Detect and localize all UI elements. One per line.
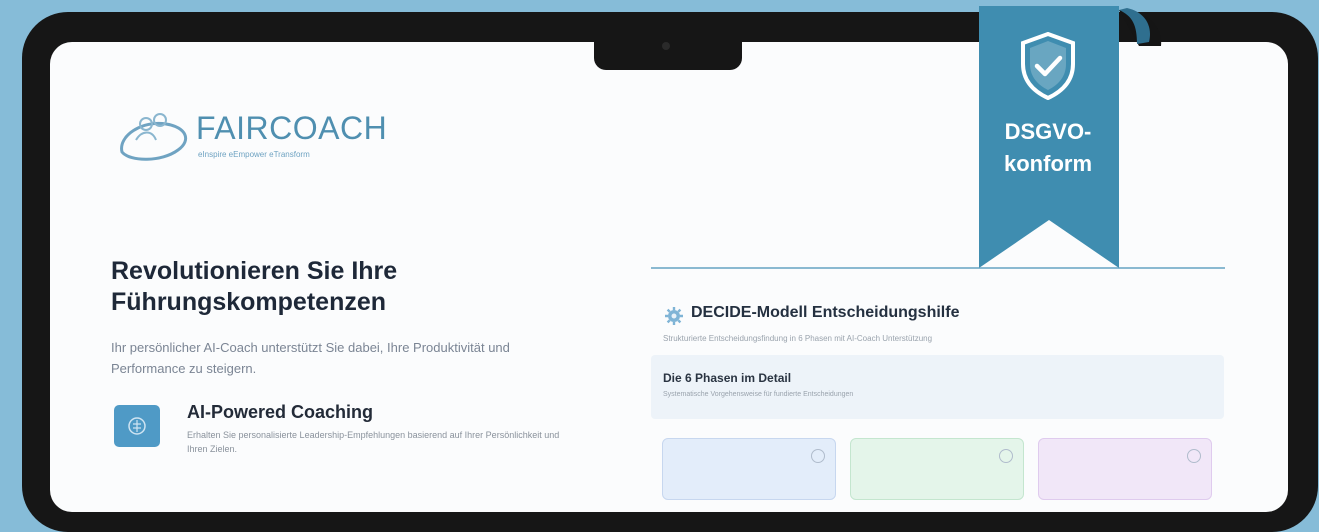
logo-mark-icon (120, 113, 188, 161)
dsgvo-badge: DSGVO- konform (977, 6, 1167, 276)
webcam (662, 42, 670, 50)
brand-logo[interactable]: FAIRCOACH eInspire eEmpower eTransform (116, 100, 406, 170)
feature-title: AI-Powered Coaching (187, 402, 374, 422)
badge-line-1: DSGVO- (1004, 119, 1092, 144)
info-icon (1187, 449, 1201, 463)
phase-card-2[interactable] (850, 438, 1024, 500)
feature-description: Erhalten Sie personalisierte Leadership-… (187, 430, 560, 454)
camera-notch (594, 36, 742, 70)
phase-card-3[interactable] (1038, 438, 1212, 500)
phases-section[interactable]: Die 6 Phasen im Detail Systematische Vor… (651, 355, 1224, 419)
info-icon (811, 449, 825, 463)
feature-ai-coaching: AI-Powered Coaching Erhalten Sie persona… (114, 402, 584, 502)
phases-title: Die 6 Phasen im Detail (663, 371, 792, 385)
hero-heading: Revolutionieren Sie Ihre Führungskompete… (111, 257, 398, 316)
gear-icon (665, 307, 683, 325)
hero-subtext: Ihr persönlicher AI-Coach unterstützt Si… (111, 340, 510, 376)
phases-subtitle: Systematische Vorgehensweise für fundier… (663, 391, 854, 398)
decide-subtitle: Strukturierte Entscheidungsfindung in 6 … (663, 334, 933, 343)
phase-card-1[interactable] (662, 438, 836, 500)
brand-name: FAIRCOACH (196, 110, 388, 146)
badge-line-2: konform (1004, 151, 1092, 176)
ai-brain-icon (114, 405, 160, 447)
shield-check-icon (1021, 32, 1075, 100)
brand-tagline: eInspire eEmpower eTransform (198, 150, 310, 159)
badge-label: DSGVO- konform (977, 116, 1119, 180)
info-icon (999, 449, 1013, 463)
decide-title: DECIDE-Modell Entscheidungshilfe (691, 304, 960, 321)
